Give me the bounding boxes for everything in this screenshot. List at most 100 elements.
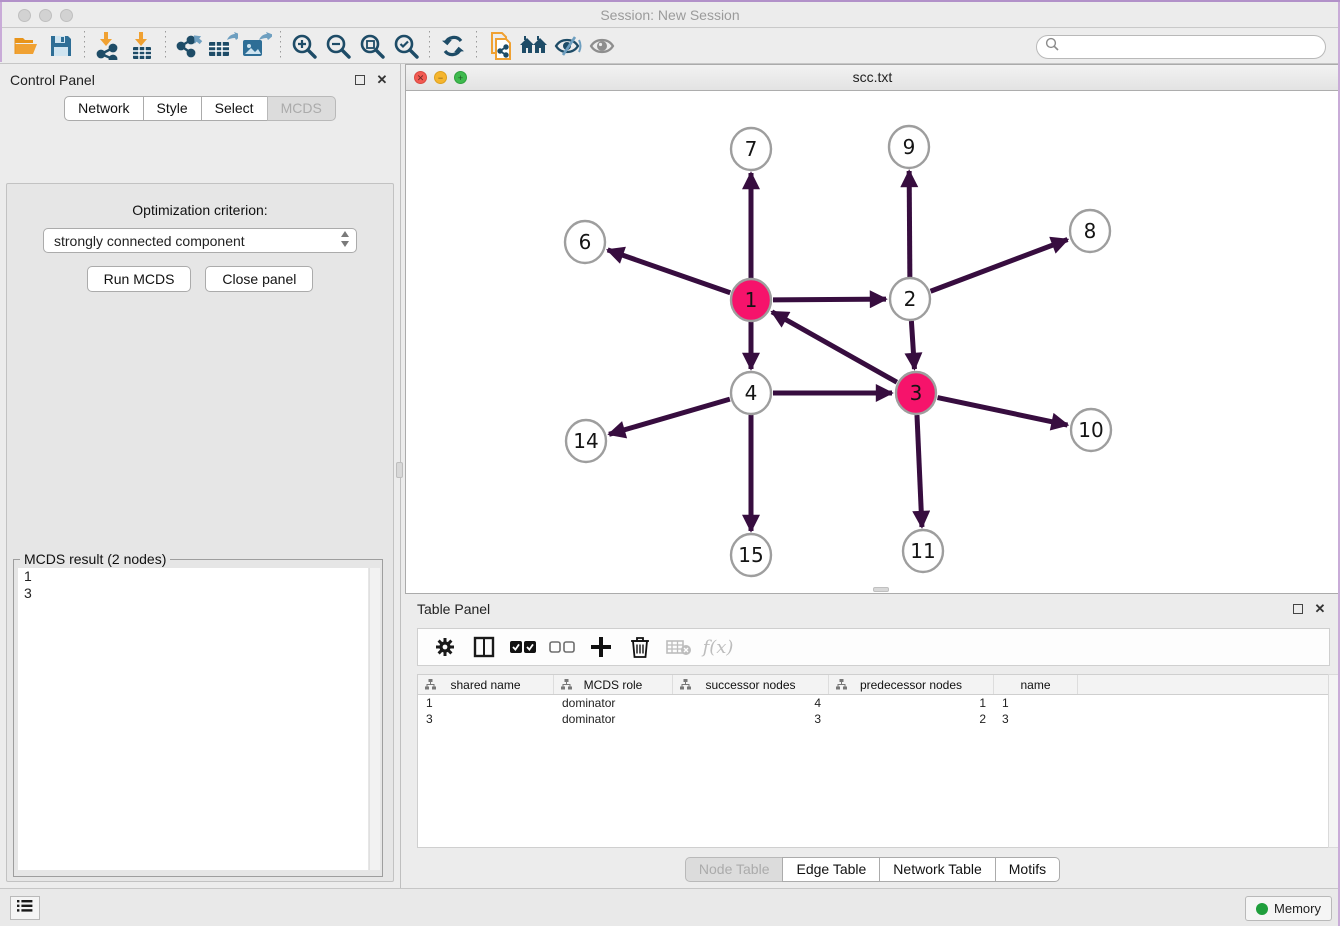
result-scrollbar[interactable] — [369, 568, 380, 870]
table-float-icon[interactable] — [1290, 601, 1306, 617]
edge-4-14[interactable] — [609, 399, 730, 434]
save-icon[interactable] — [44, 31, 78, 61]
edge-3-10[interactable] — [938, 398, 1068, 425]
network-canvas[interactable]: 7 9 6 8 1 2 4 3 14 10 15 11 — [406, 91, 1339, 593]
node-2[interactable]: 2 — [890, 278, 930, 320]
node-11[interactable]: 11 — [903, 530, 943, 572]
node-14[interactable]: 14 — [566, 420, 606, 462]
cell-predecessor-nodes[interactable]: 1 — [829, 695, 994, 711]
cell-successor-nodes[interactable]: 4 — [673, 695, 829, 711]
tab-network[interactable]: Network — [64, 96, 143, 121]
edge-2-3[interactable] — [911, 321, 914, 369]
table-tab-motifs[interactable]: Motifs — [995, 857, 1060, 882]
mcds-result-textarea[interactable]: 13 — [18, 568, 368, 870]
node-6[interactable]: 6 — [565, 221, 605, 263]
column-header-successor-nodes[interactable]: successor nodes — [673, 675, 829, 694]
search-field[interactable] — [1036, 35, 1326, 59]
export-table-icon[interactable] — [206, 31, 240, 61]
cell-predecessor-nodes[interactable]: 2 — [829, 711, 994, 727]
tab-style[interactable]: Style — [143, 96, 202, 121]
edge-2-9[interactable] — [909, 171, 910, 277]
column-manager-icon[interactable] — [469, 632, 499, 662]
cell-name[interactable]: 1 — [994, 695, 1078, 711]
column-type-icon — [425, 679, 436, 693]
tab-select[interactable]: Select — [201, 96, 268, 121]
float-panel-icon[interactable] — [352, 72, 368, 88]
column-header-predecessor-nodes[interactable]: predecessor nodes — [829, 675, 994, 694]
column-header-name[interactable]: name — [994, 675, 1078, 694]
node-15[interactable]: 15 — [731, 534, 771, 576]
cell-MCDS-role[interactable]: dominator — [554, 695, 673, 711]
delete-table-icon[interactable] — [664, 632, 694, 662]
export-image-icon[interactable] — [240, 31, 274, 61]
cell-shared-name[interactable]: 1 — [418, 695, 554, 711]
column-type-icon — [561, 679, 572, 693]
table-tab-network-table[interactable]: Network Table — [879, 857, 995, 882]
home-layout-icon[interactable] — [517, 31, 551, 61]
svg-text:3: 3 — [910, 381, 923, 405]
zoom-out-icon[interactable] — [321, 31, 355, 61]
search-input[interactable] — [1060, 40, 1325, 55]
cell-shared-name[interactable]: 3 — [418, 711, 554, 727]
toolbar-separator — [476, 31, 477, 61]
delete-column-icon[interactable] — [625, 632, 655, 662]
select-all-checks-icon[interactable] — [508, 632, 538, 662]
edge-2-8[interactable] — [931, 239, 1068, 291]
table-tab-node-table[interactable]: Node Table — [685, 857, 784, 882]
column-header-shared-name[interactable]: shared name — [418, 675, 554, 694]
cell-name[interactable]: 3 — [994, 711, 1078, 727]
open-folder-icon[interactable] — [10, 31, 44, 61]
table-close-icon[interactable]: ✕ — [1312, 601, 1328, 617]
column-header-MCDS-role[interactable]: MCDS role — [554, 675, 673, 694]
application-window: Session: New Session — [0, 2, 1340, 926]
zoom-in-icon[interactable] — [287, 31, 321, 61]
node-7[interactable]: 7 — [731, 128, 771, 170]
table-row[interactable]: 3dominator323 — [418, 711, 1329, 727]
node-table[interactable]: shared nameMCDS rolesuccessor nodesprede… — [417, 674, 1330, 848]
mcds-result-title: MCDS result (2 nodes) — [20, 551, 170, 567]
import-network-icon[interactable] — [91, 31, 125, 61]
zoom-fit-icon[interactable] — [355, 31, 389, 61]
run-mcds-button[interactable]: Run MCDS — [87, 266, 192, 292]
edge-1-2[interactable] — [773, 299, 886, 300]
cell-MCDS-role[interactable]: dominator — [554, 711, 673, 727]
settings-gear-icon[interactable] — [430, 632, 460, 662]
cell-successor-nodes[interactable]: 3 — [673, 711, 829, 727]
table-tab-edge-table[interactable]: Edge Table — [782, 857, 880, 882]
edge-3-11[interactable] — [917, 415, 922, 527]
node-4[interactable]: 4 — [731, 372, 771, 414]
edge-3-1[interactable] — [772, 312, 897, 382]
network-view-window: ✕ − + scc.txt 7 9 6 8 1 2 4 3 14 10 15 11 — [405, 64, 1340, 594]
add-column-icon[interactable] — [586, 632, 616, 662]
function-builder-icon[interactable]: f(x) — [703, 632, 733, 662]
hide-selected-eye-icon[interactable] — [551, 31, 585, 61]
node-3[interactable]: 3 — [896, 372, 936, 414]
node-9[interactable]: 9 — [889, 126, 929, 168]
close-panel-button[interactable]: Close panel — [205, 266, 313, 292]
task-history-button[interactable] — [10, 896, 40, 920]
tab-mcds[interactable]: MCDS — [267, 96, 336, 121]
refresh-icon[interactable] — [436, 31, 470, 61]
deselect-all-checks-icon[interactable] — [547, 632, 577, 662]
node-10[interactable]: 10 — [1071, 409, 1111, 451]
control-panel-title: Control Panel — [10, 72, 346, 88]
node-1[interactable]: 1 — [731, 279, 771, 321]
criterion-select[interactable]: strongly connected component — [43, 228, 357, 253]
import-table-icon[interactable] — [125, 31, 159, 61]
clone-network-icon[interactable] — [483, 31, 517, 61]
export-network-icon[interactable] — [172, 31, 206, 61]
zoom-selected-icon[interactable] — [389, 31, 423, 61]
panel-divider-handle[interactable] — [396, 462, 403, 478]
window-edge-left — [0, 2, 2, 62]
table-row[interactable]: 1dominator411 — [418, 695, 1329, 711]
window-title: Session: New Session — [0, 7, 1340, 23]
node-8[interactable]: 8 — [1070, 210, 1110, 252]
network-titlebar[interactable]: ✕ − + scc.txt — [406, 65, 1339, 91]
edge-1-6[interactable] — [608, 250, 731, 293]
close-panel-icon[interactable]: ✕ — [374, 72, 390, 88]
column-type-icon — [680, 679, 691, 693]
show-eye-icon[interactable] — [585, 31, 619, 61]
memory-button[interactable]: Memory — [1245, 896, 1332, 921]
window-resize-handle[interactable] — [873, 587, 889, 592]
table-tabs: Node TableEdge TableNetwork TableMotifs — [405, 857, 1340, 882]
